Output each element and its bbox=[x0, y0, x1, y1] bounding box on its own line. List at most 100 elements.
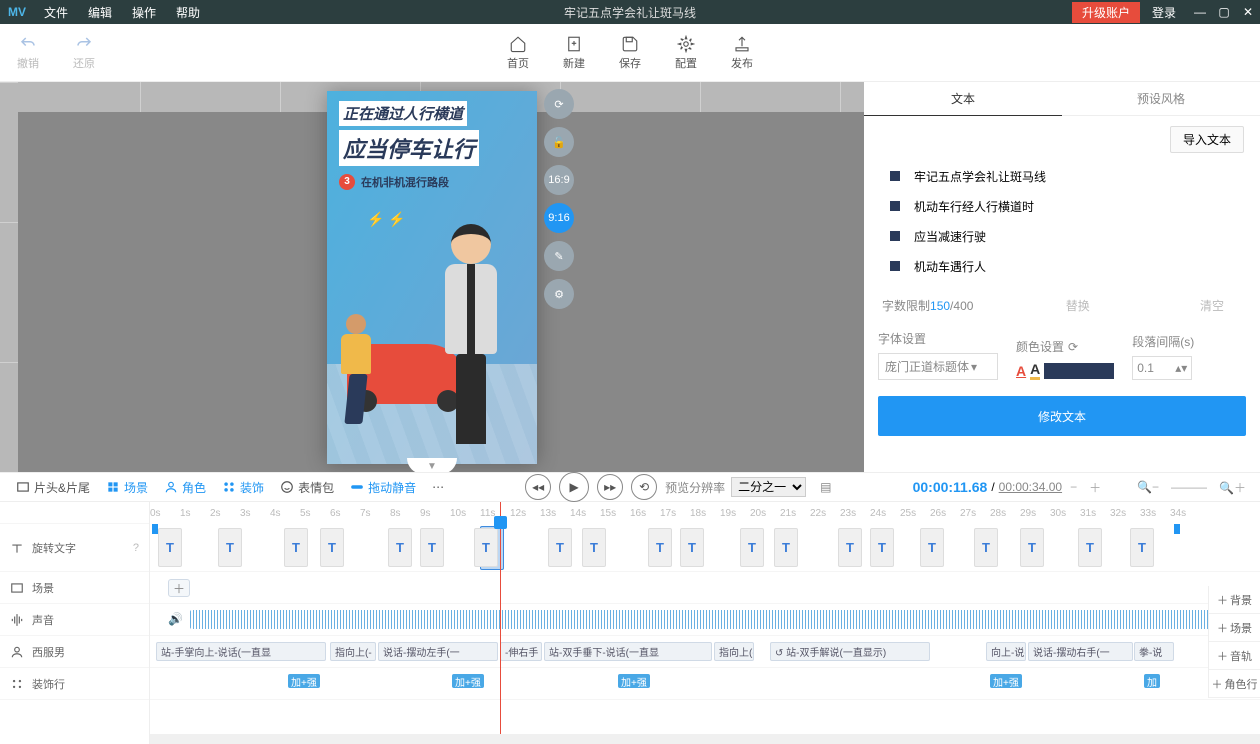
character-clip[interactable]: 站-双手垂下-说话(一直显 bbox=[544, 642, 712, 661]
publish-button[interactable]: 发布 bbox=[714, 35, 770, 71]
text-color-button[interactable]: A bbox=[1016, 363, 1026, 379]
text-clip[interactable]: T bbox=[582, 528, 606, 567]
character-clip[interactable]: 指向上(- bbox=[330, 642, 376, 661]
text-clip[interactable]: T bbox=[218, 528, 242, 567]
maximize-icon[interactable]: ▢ bbox=[1212, 5, 1236, 19]
text-clip[interactable]: T bbox=[158, 528, 182, 567]
text-clip[interactable]: T bbox=[1130, 528, 1154, 567]
scene-track[interactable]: ＋ bbox=[150, 572, 1260, 604]
character-clip[interactable]: 拳-说 bbox=[1134, 642, 1174, 661]
text-clip[interactable]: T bbox=[648, 528, 672, 567]
prev-button[interactable]: ◂◂ bbox=[525, 474, 551, 500]
time-ruler[interactable]: 0s1s2s3s4s5s6s7s8s9s10s11s12s13s14s15s16… bbox=[150, 502, 1260, 524]
panel-collapse-handle[interactable]: ▼ bbox=[407, 458, 457, 472]
zoom-in-icon[interactable]: ＋ bbox=[1085, 479, 1105, 496]
text-clip[interactable]: T bbox=[320, 528, 344, 567]
redo-button[interactable]: 还原 bbox=[56, 35, 112, 71]
text-clip[interactable]: T bbox=[680, 528, 704, 567]
list-item[interactable]: 牢记五点学会礼让斑马线 bbox=[890, 161, 1234, 191]
login-button[interactable]: 登录 bbox=[1140, 4, 1188, 21]
refresh-button[interactable]: ⟳ bbox=[544, 89, 574, 119]
add-scene-button[interactable]: ＋场景 bbox=[1209, 614, 1260, 642]
more-button[interactable]: ⋯ bbox=[426, 480, 450, 494]
color-swatch[interactable] bbox=[1044, 363, 1114, 379]
text-clip[interactable]: T bbox=[838, 528, 862, 567]
drag-mute-toggle[interactable]: 拖动静音 bbox=[344, 479, 422, 496]
help-icon[interactable]: ? bbox=[133, 542, 139, 554]
add-background-button[interactable]: ＋背景 bbox=[1209, 586, 1260, 614]
play-button[interactable]: ▶ bbox=[559, 472, 589, 502]
tab-preset[interactable]: 预设风格 bbox=[1062, 82, 1260, 116]
emoji-tab[interactable]: 表情包 bbox=[274, 479, 340, 496]
clear-button[interactable]: 清空 bbox=[1182, 297, 1242, 314]
minimize-icon[interactable]: — bbox=[1188, 5, 1212, 19]
home-button[interactable]: 首页 bbox=[490, 35, 546, 71]
aspect-16-9-button[interactable]: 16:9 bbox=[544, 165, 574, 195]
total-time[interactable]: 00:00:34.00 bbox=[999, 480, 1062, 494]
horizontal-scrollbar[interactable] bbox=[150, 734, 1260, 744]
decor-tab[interactable]: 装饰 bbox=[216, 479, 270, 496]
zoom-slider[interactable]: ——— bbox=[1167, 480, 1211, 494]
scene-tab[interactable]: 场景 bbox=[100, 479, 154, 496]
add-audio-button[interactable]: ＋音轨 bbox=[1209, 642, 1260, 670]
tab-text[interactable]: 文本 bbox=[864, 82, 1062, 116]
decoration-track[interactable]: 加+强加+强加+强加+强加 bbox=[150, 668, 1260, 700]
highlight-color-button[interactable]: A bbox=[1030, 361, 1040, 380]
loop-button[interactable]: ⟲ bbox=[631, 474, 657, 500]
menu-file[interactable]: 文件 bbox=[34, 4, 78, 21]
character-clip[interactable]: -伸右手 bbox=[500, 642, 542, 661]
decoration-clip[interactable]: 加+强 bbox=[618, 674, 650, 688]
modify-text-button[interactable]: 修改文本 bbox=[878, 396, 1246, 436]
character-clip[interactable]: 向上-说- bbox=[986, 642, 1026, 661]
close-icon[interactable]: ✕ bbox=[1236, 5, 1260, 19]
character-clip[interactable]: 说话-摆动右手(一 bbox=[1028, 642, 1133, 661]
gap-input[interactable]: 0.1▴▾ bbox=[1132, 356, 1192, 380]
text-clip[interactable]: T bbox=[774, 528, 798, 567]
text-clip[interactable]: T bbox=[420, 528, 444, 567]
track-label-character[interactable]: 西服男 bbox=[0, 636, 149, 668]
refresh-icon[interactable]: ⟳ bbox=[1068, 340, 1078, 354]
upgrade-button[interactable]: 升级账户 bbox=[1072, 2, 1140, 23]
character-clip[interactable]: 指向上(- bbox=[714, 642, 754, 661]
text-clip[interactable]: T bbox=[740, 528, 764, 567]
text-clip[interactable]: T bbox=[1078, 528, 1102, 567]
list-item[interactable]: 机动车遇行人 bbox=[890, 251, 1234, 281]
preview-select[interactable]: 二分之一 bbox=[731, 477, 806, 497]
text-clip[interactable]: T bbox=[974, 528, 998, 567]
add-role-row-button[interactable]: ＋角色行 bbox=[1209, 670, 1260, 698]
playhead[interactable] bbox=[500, 502, 501, 744]
text-clip[interactable]: T bbox=[1020, 528, 1044, 567]
menu-edit[interactable]: 编辑 bbox=[78, 4, 122, 21]
lock-button[interactable]: 🔓 bbox=[544, 127, 574, 157]
list-item[interactable]: 应当减速行驶 bbox=[890, 221, 1234, 251]
add-scene-clip[interactable]: ＋ bbox=[168, 579, 190, 597]
zoom-in-lens-icon[interactable]: 🔍＋ bbox=[1215, 479, 1250, 496]
track-label-text[interactable]: 旋转文字? bbox=[0, 524, 149, 572]
sound-track[interactable]: 🔊 bbox=[150, 604, 1260, 636]
decoration-clip[interactable]: 加+强 bbox=[990, 674, 1022, 688]
text-clip[interactable]: T bbox=[474, 528, 498, 567]
character-track[interactable]: 站-手掌向上-说话(一直显指向上(-说话-摆动左手(一-伸右手站-双手垂下-说话… bbox=[150, 636, 1260, 668]
replace-button[interactable]: 替换 bbox=[1048, 297, 1108, 314]
track-label-decoration[interactable]: 装饰行 bbox=[0, 668, 149, 700]
import-text-button[interactable]: 导入文本 bbox=[1170, 126, 1244, 153]
text-track[interactable]: TTTTTTTTTTTTTTTTTTTT bbox=[150, 524, 1260, 572]
audio-waveform[interactable] bbox=[190, 610, 1256, 629]
text-clip[interactable]: T bbox=[388, 528, 412, 567]
settings-button[interactable]: ⚙ bbox=[544, 279, 574, 309]
speaker-icon[interactable]: 🔊 bbox=[168, 612, 183, 626]
next-button[interactable]: ▸▸ bbox=[597, 474, 623, 500]
layers-icon[interactable]: ▤ bbox=[814, 480, 837, 494]
decoration-clip[interactable]: 加+强 bbox=[288, 674, 320, 688]
menu-action[interactable]: 操作 bbox=[122, 4, 166, 21]
zoom-out-icon[interactable]: − bbox=[1066, 480, 1081, 494]
text-clip[interactable]: T bbox=[920, 528, 944, 567]
character-clip[interactable]: 说话-摆动左手(一 bbox=[378, 642, 498, 661]
config-button[interactable]: 配置 bbox=[658, 35, 714, 71]
text-clip[interactable]: T bbox=[548, 528, 572, 567]
character-clip[interactable]: ↺ 站-双手解说(一直显示) bbox=[770, 642, 930, 661]
head-tail-tab[interactable]: 片头&片尾 bbox=[10, 479, 96, 496]
new-button[interactable]: 新建 bbox=[546, 35, 602, 71]
track-label-sound[interactable]: 声音 bbox=[0, 604, 149, 636]
decoration-clip[interactable]: 加 bbox=[1144, 674, 1160, 688]
